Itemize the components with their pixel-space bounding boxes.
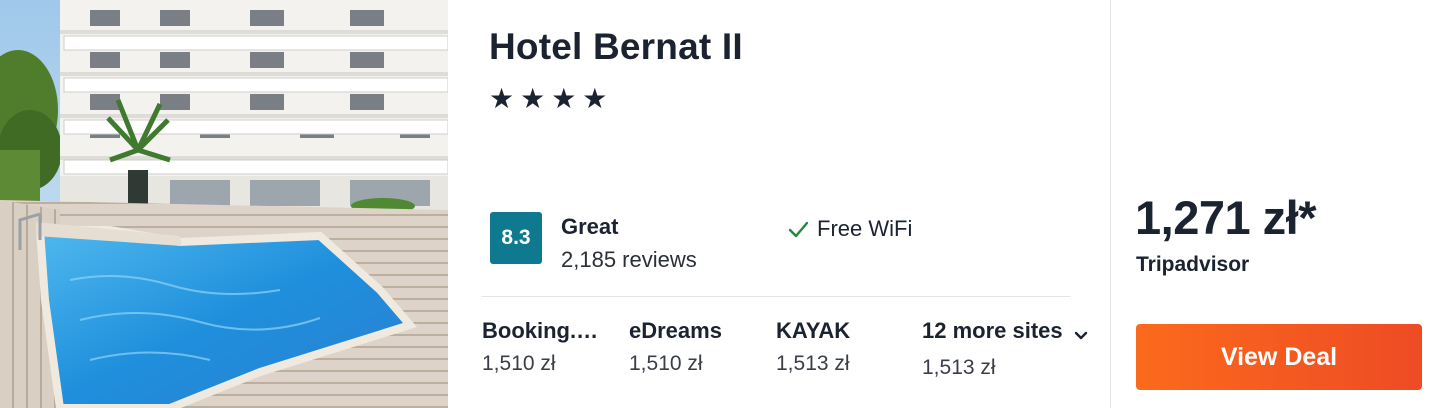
chevron-down-icon xyxy=(1073,323,1089,340)
site-offer-edreams[interactable]: eDreams 1,510 zł xyxy=(629,318,759,376)
best-deal-price: 1,271 zł* xyxy=(1135,191,1317,244)
site-price: 1,510 zł xyxy=(629,352,703,375)
site-offer-booking[interactable]: Booking.com 1,510 zł xyxy=(482,318,610,376)
more-sites-toggle[interactable]: 12 more sites xyxy=(922,318,1089,344)
column-divider xyxy=(1110,0,1111,408)
site-offer-kayak[interactable]: KAYAK 1,513 zł xyxy=(776,318,906,376)
amenity-free-wifi: Free WiFi xyxy=(787,216,912,242)
hotel-photo-image xyxy=(0,0,448,408)
star-rating: ★★★★ xyxy=(489,83,614,114)
more-sites-label: 12 more sites xyxy=(922,318,1063,343)
hotel-photo[interactable] xyxy=(0,0,448,408)
amenity-label: Free WiFi xyxy=(817,216,913,241)
hotel-result-card[interactable]: Hotel Bernat II ★★★★ 8.3 Great 2,185 rev… xyxy=(0,0,1438,408)
site-price: 1,510 zł xyxy=(482,352,556,375)
view-deal-button[interactable]: View Deal xyxy=(1136,324,1422,390)
hotel-name[interactable]: Hotel Bernat II xyxy=(489,26,743,68)
price-comparison-sites: Booking.com 1,510 zł eDreams 1,510 zł KA… xyxy=(482,318,1110,388)
site-name: Booking.com xyxy=(482,318,610,343)
site-name: eDreams xyxy=(629,318,722,343)
more-sites-price: 1,513 zł xyxy=(922,356,996,379)
review-score-badge: 8.3 xyxy=(490,212,542,264)
rating-label: Great xyxy=(561,214,619,239)
deal-provider: Tripadvisor xyxy=(1136,253,1250,276)
site-name: KAYAK xyxy=(776,318,851,343)
review-count[interactable]: 2,185 reviews xyxy=(561,247,697,273)
divider xyxy=(482,296,1070,297)
check-icon xyxy=(787,218,809,240)
site-price: 1,513 zł xyxy=(776,352,850,375)
